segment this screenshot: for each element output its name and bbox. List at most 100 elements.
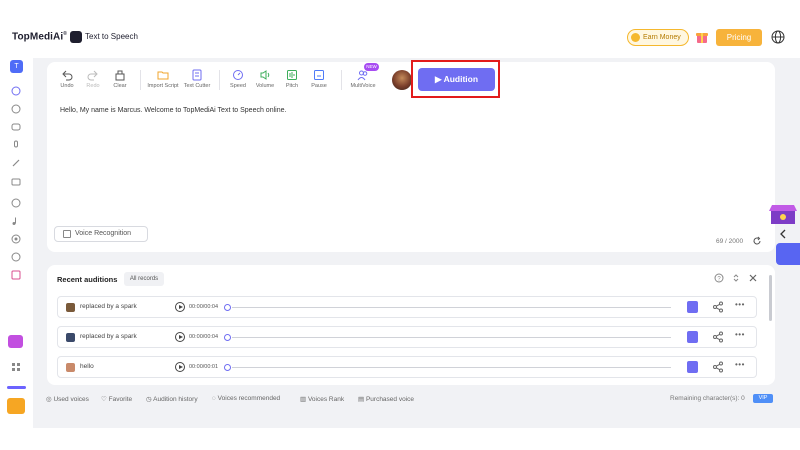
- audition-row: replaced by a spark 00:00/00:04 •••: [57, 326, 757, 348]
- more-icon[interactable]: •••: [735, 330, 745, 339]
- volume-label: Volume: [255, 83, 275, 89]
- folder-icon: [157, 71, 169, 80]
- more-icon[interactable]: •••: [735, 300, 745, 309]
- pricing-button[interactable]: Pricing: [716, 29, 762, 46]
- sidebar-globe-icon[interactable]: [11, 198, 21, 208]
- speed-label: Speed: [230, 83, 246, 89]
- download-icon[interactable]: [687, 361, 698, 373]
- sidebar-folder-icon[interactable]: [11, 176, 21, 186]
- download-icon[interactable]: [687, 301, 698, 313]
- more-icon[interactable]: •••: [735, 360, 745, 369]
- play-button[interactable]: [175, 302, 185, 312]
- recent-scrollbar[interactable]: [769, 275, 772, 321]
- progress-track[interactable]: [232, 337, 671, 338]
- sidebar-voice-icon[interactable]: [11, 86, 21, 96]
- earn-money-label: Earn Money: [643, 34, 681, 41]
- progress-track[interactable]: [232, 367, 671, 368]
- voices-recommended-link[interactable]: ◌ Voices recommended: [212, 395, 280, 402]
- sidebar-home-icon[interactable]: T: [10, 60, 23, 73]
- sidebar-apps-icon[interactable]: [11, 362, 21, 372]
- audition-name: replaced by a spark: [80, 333, 137, 340]
- sidebar-grid-icon[interactable]: [11, 270, 21, 280]
- multivoice-tool[interactable]: MultiVoice: [345, 69, 381, 89]
- shop-icon[interactable]: [768, 203, 798, 225]
- import-script-label: Import Script: [147, 83, 179, 89]
- undo-icon: [62, 70, 73, 81]
- progress-knob[interactable]: [224, 364, 231, 371]
- audition-time: 00:00/00:04: [189, 334, 219, 340]
- purchased-voice-link[interactable]: ▤ Purchased voice: [358, 395, 414, 403]
- download-icon[interactable]: [687, 331, 698, 343]
- chevron-left-icon[interactable]: [777, 228, 789, 240]
- pitch-icon: [287, 70, 297, 80]
- clear-tool[interactable]: Clear: [102, 69, 138, 89]
- sort-icon[interactable]: [731, 273, 741, 283]
- vip-badge[interactable]: VIP: [753, 394, 773, 403]
- play-button[interactable]: [175, 332, 185, 342]
- speed-icon: [233, 70, 243, 80]
- sidebar-indicator: [7, 386, 26, 389]
- help-icon[interactable]: ?: [714, 273, 724, 283]
- used-voices-link[interactable]: ◎ Used voices: [46, 395, 89, 403]
- coin-icon: [631, 33, 640, 42]
- voice-recognition-label: Voice Recognition: [75, 230, 132, 237]
- earn-money-button[interactable]: Earn Money: [627, 29, 689, 46]
- sidebar-pen-icon[interactable]: [11, 158, 21, 168]
- voice-avatar[interactable]: [392, 70, 412, 90]
- sidebar-app-icon[interactable]: [8, 335, 23, 348]
- sidebar-shield-icon[interactable]: [11, 104, 21, 114]
- voice-thumbnail: [66, 303, 75, 312]
- audition-row: replaced by a spark 00:00/00:04 •••: [57, 296, 757, 318]
- share-icon[interactable]: [712, 301, 724, 313]
- pitch-label: Pitch: [285, 83, 299, 89]
- brand-logo[interactable]: TopMediAi®: [12, 31, 67, 42]
- audition-time: 00:00/00:04: [189, 304, 219, 310]
- audition-name: replaced by a spark: [80, 303, 137, 310]
- remaining-characters: Remaining character(s): 0: [670, 395, 745, 402]
- favorite-link[interactable]: ♡ Favorite: [101, 395, 132, 403]
- sidebar-chat-icon[interactable]: [11, 122, 21, 132]
- discord-icon[interactable]: [776, 243, 800, 265]
- redo-label: Redo: [86, 83, 100, 89]
- toolbar-divider: [341, 70, 342, 90]
- refresh-icon[interactable]: [752, 236, 762, 246]
- play-icon: ▶: [434, 74, 442, 84]
- globe-icon[interactable]: [771, 30, 785, 44]
- toolbar-divider: [140, 70, 141, 90]
- multivoice-label: MultiVoice: [350, 83, 376, 89]
- pause-label: Pause: [311, 83, 327, 89]
- voice-recognition-button[interactable]: Voice Recognition: [54, 226, 148, 242]
- audition-label: Audition: [443, 74, 479, 84]
- sidebar-settings-icon[interactable]: [7, 398, 25, 414]
- audition-history-link[interactable]: ◷ Audition history: [146, 395, 198, 403]
- recent-auditions-title: Recent auditions: [57, 275, 118, 284]
- progress-knob[interactable]: [224, 334, 231, 341]
- gift-icon[interactable]: [696, 30, 708, 44]
- sidebar-check-icon[interactable]: [11, 252, 21, 262]
- text-cutter-label: Text Cutter: [183, 83, 211, 89]
- redo-icon: [87, 70, 98, 81]
- sidebar-music-icon[interactable]: [11, 216, 21, 226]
- voice-thumbnail: [66, 363, 75, 372]
- editor-text[interactable]: Hello, My name is Marcus. Welcome to Top…: [60, 107, 286, 114]
- share-icon[interactable]: [712, 331, 724, 343]
- audition-row: hello 00:00/00:01 •••: [57, 356, 757, 378]
- product-title: Text to Speech: [85, 32, 138, 41]
- text-cutter-icon: [192, 69, 202, 81]
- play-button[interactable]: [175, 362, 185, 372]
- clear-label: Clear: [113, 83, 127, 89]
- progress-knob[interactable]: [224, 304, 231, 311]
- scan-icon: [63, 230, 71, 238]
- progress-track[interactable]: [232, 307, 671, 308]
- audition-name: hello: [80, 363, 94, 370]
- all-records-filter[interactable]: All records: [124, 272, 164, 286]
- sidebar-mic-icon[interactable]: [11, 140, 21, 150]
- audition-button[interactable]: ▶ Audition: [418, 68, 495, 91]
- import-script-tool[interactable]: Import Script: [145, 69, 181, 89]
- voices-rank-link[interactable]: ▥ Voices Rank: [300, 395, 344, 403]
- sidebar-target-icon[interactable]: [11, 234, 21, 244]
- pause-tool[interactable]: Pause: [301, 69, 337, 89]
- text-cutter-tool[interactable]: Text Cutter: [179, 69, 215, 89]
- share-icon[interactable]: [712, 361, 724, 373]
- close-icon[interactable]: [748, 273, 758, 283]
